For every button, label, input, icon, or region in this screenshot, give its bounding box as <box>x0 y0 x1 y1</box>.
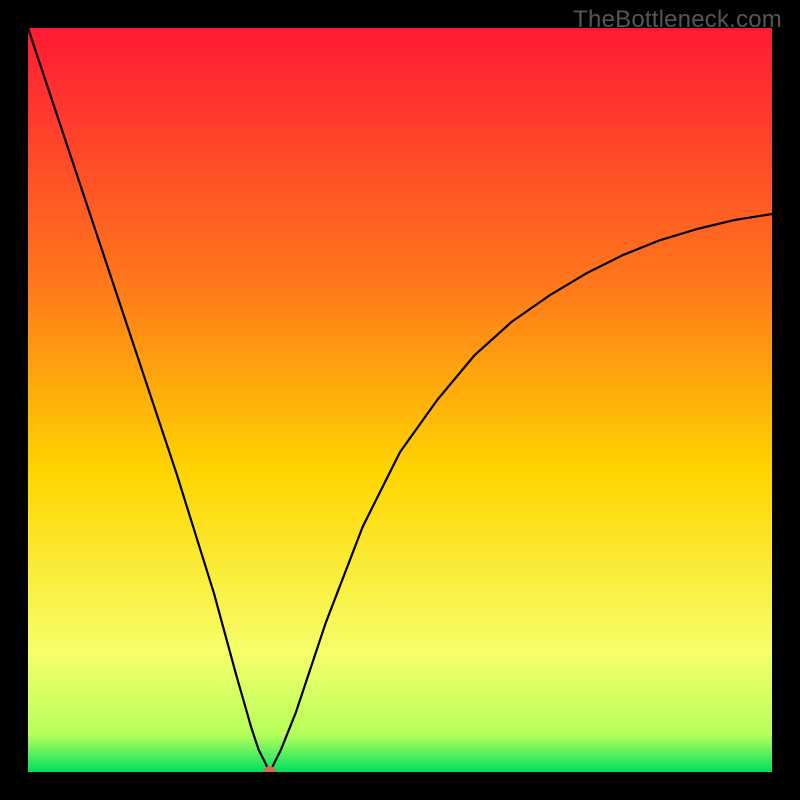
gradient-background <box>28 28 772 772</box>
chart-svg <box>28 28 772 772</box>
plot-area <box>28 28 772 772</box>
chart-frame: TheBottleneck.com <box>0 0 800 800</box>
